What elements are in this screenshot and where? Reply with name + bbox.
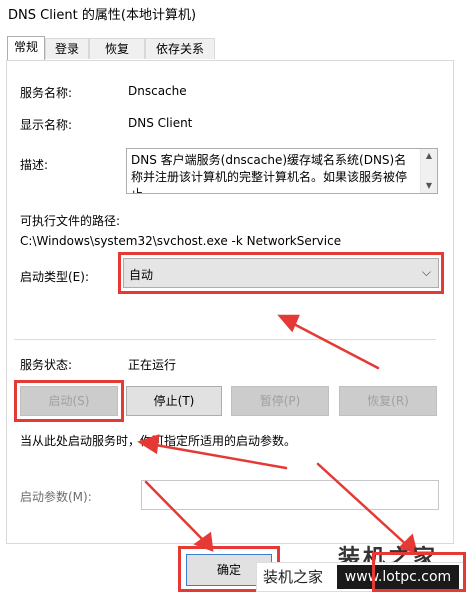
arrow-head-hint: [137, 434, 160, 455]
arrow-to-corner: [316, 462, 412, 550]
annotation-arrows: [137, 314, 418, 554]
arrow-to-hint: [148, 442, 288, 470]
arrow-head-startup: [277, 314, 300, 333]
watermark-small-text: 装机之家: [263, 568, 324, 586]
arrow-to-ok: [144, 480, 210, 547]
annotation-box-corner: [372, 552, 466, 592]
arrow-to-startup: [288, 320, 380, 370]
